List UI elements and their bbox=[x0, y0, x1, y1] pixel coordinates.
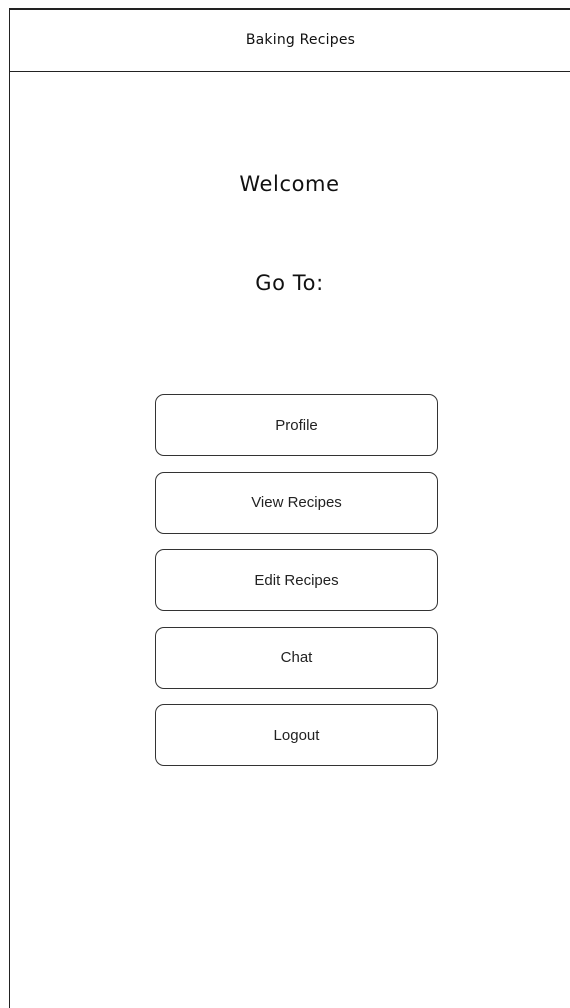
app-title: Baking Recipes bbox=[245, 31, 356, 48]
edit-recipes-button[interactable]: Edit Recipes bbox=[155, 549, 438, 611]
logout-button[interactable]: Logout bbox=[155, 704, 438, 766]
welcome-heading: Welcome bbox=[239, 172, 340, 196]
app-header: Baking Recipes bbox=[9, 8, 570, 72]
profile-button[interactable]: Profile bbox=[155, 394, 438, 456]
goto-heading: Go To: bbox=[255, 271, 324, 295]
chat-button[interactable]: Chat bbox=[155, 626, 438, 689]
navigation-menu: Profile View Recipes Edit Recipes Chat L… bbox=[155, 394, 438, 782]
view-recipes-button[interactable]: View Recipes bbox=[155, 471, 438, 534]
